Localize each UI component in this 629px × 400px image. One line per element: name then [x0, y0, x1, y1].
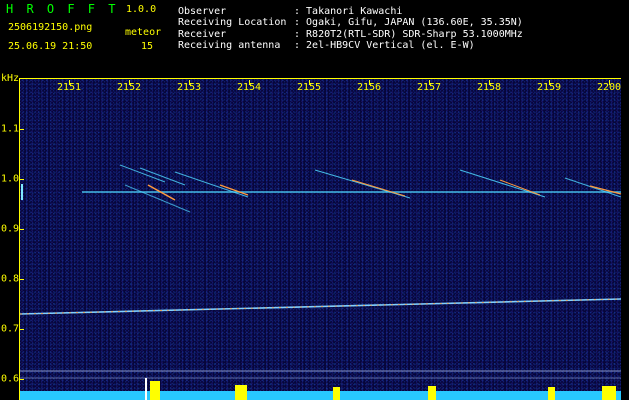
power-trace-baseline: [20, 391, 621, 400]
meteor-echo: [119, 164, 166, 183]
meteor-echo: [564, 177, 622, 198]
power-burst: [333, 387, 340, 400]
meteor-echo: [314, 169, 411, 199]
power-burst: [235, 385, 247, 400]
power-burst: [548, 387, 555, 400]
power-burst: [150, 381, 160, 400]
power-burst: [428, 386, 436, 400]
meteor-echo: [174, 171, 249, 198]
power-burst: [602, 386, 616, 400]
meteor-echo-hot: [351, 179, 406, 197]
signal-traces: [19, 164, 622, 400]
power-burst: [145, 378, 147, 400]
meteor-echo-hot: [589, 185, 622, 195]
hroft-window: H R O F F T 1.0.0 2506192150.png meteor …: [0, 0, 629, 400]
meteor-echo: [459, 169, 546, 198]
meteor-echo: [139, 167, 186, 186]
meteor-echo-hot: [499, 179, 541, 196]
meteor-echo: [124, 184, 191, 213]
meteor-echo-hot: [219, 184, 249, 196]
